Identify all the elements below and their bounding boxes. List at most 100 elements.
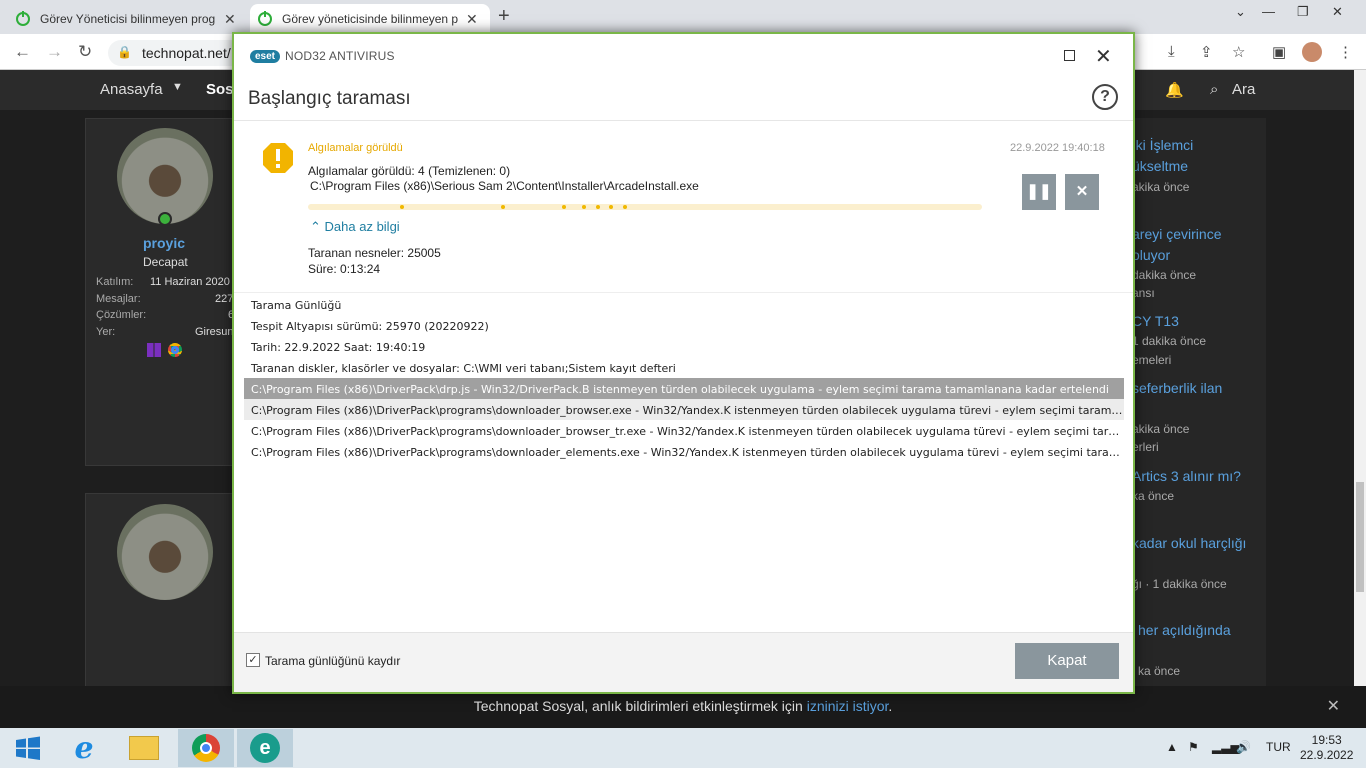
windows-start-icon xyxy=(16,736,40,760)
taskbar-explorer[interactable] xyxy=(116,729,172,767)
scan-progress-bar xyxy=(308,204,982,210)
caret-down-icon[interactable]: ▼ xyxy=(172,81,183,93)
log-row[interactable]: Tarama Günlüğü xyxy=(244,294,1124,315)
progress-dot xyxy=(595,205,600,209)
sidebar-thread-link[interactable]: oluyor xyxy=(1132,247,1170,263)
user-info-value: 227 xyxy=(215,293,234,305)
forward-icon[interactable]: → xyxy=(46,42,63,62)
log-row[interactable]: C:\Program Files (x86)\DriverPack\progra… xyxy=(244,441,1124,462)
tray-chevron-icon[interactable]: ▲ xyxy=(1166,740,1178,754)
sidebar-thread-link[interactable]: seferberlik ilan xyxy=(1132,380,1222,396)
close-icon[interactable]: ✕ xyxy=(1327,696,1340,716)
sidebar-thread-meta: emeleri xyxy=(1132,353,1172,367)
tab-title: Görev Yöneticisi bilinmeyen prog xyxy=(40,12,216,26)
log-row[interactable]: Tespit Altyapısı sürümü: 25970 (20220922… xyxy=(244,315,1124,336)
sidebar-thread-meta: akika önce xyxy=(1132,422,1190,436)
restore-icon[interactable]: ❐ xyxy=(1297,4,1309,20)
product-name: NOD32 ANTIVIRUS xyxy=(285,49,395,63)
log-row[interactable]: Taranan diskler, klasörler ve dosyalar: … xyxy=(244,357,1124,378)
eset-logo: eset xyxy=(250,49,281,63)
taskbar-eset[interactable]: e xyxy=(237,729,293,767)
new-tab-icon[interactable]: + xyxy=(498,5,510,28)
back-icon[interactable]: ← xyxy=(14,42,31,62)
sidebar-thread-link[interactable]: CY T13 xyxy=(1132,313,1179,329)
username-link[interactable]: proyic xyxy=(143,235,185,251)
scan-log-list[interactable]: Tarama Günlüğü Tespit Altyapısı sürümü: … xyxy=(244,294,1124,462)
less-info-toggle[interactable]: ⌃ Daha az bilgi xyxy=(310,219,400,235)
maximize-icon[interactable] xyxy=(1064,50,1075,61)
install-icon[interactable]: ⤓ xyxy=(1168,43,1175,60)
input-language[interactable]: TUR xyxy=(1266,740,1291,754)
notification-text: Technopat Sosyal, anlık bildirimleri etk… xyxy=(473,698,807,714)
save-log-label[interactable]: Tarama günlüğünü kaydır xyxy=(265,654,400,668)
windows-icon xyxy=(147,343,161,357)
search-icon[interactable]: ⌕ xyxy=(1210,81,1218,98)
browser-tab-2[interactable]: Görev yöneticisinde bilinmeyen p ✕ xyxy=(250,4,490,34)
progress-dot xyxy=(609,205,614,209)
sidebar-thread-link[interactable]: kadar okul harçlığı xyxy=(1132,535,1246,551)
log-row-selected[interactable]: C:\Program Files (x86)\DriverPack\drp.js… xyxy=(244,378,1124,399)
close-tab-icon[interactable]: ✕ xyxy=(224,11,236,28)
clock-time: 19:53 xyxy=(1311,733,1342,747)
sidebar-thread-link[interactable]: her açıldığında xyxy=(1138,622,1231,638)
profile-avatar[interactable] xyxy=(1302,42,1322,62)
avatar[interactable] xyxy=(117,128,213,224)
chevron-down-icon[interactable]: ⌄ xyxy=(1235,4,1246,20)
log-row[interactable]: C:\Program Files (x86)\DriverPack\progra… xyxy=(244,420,1124,441)
bookmark-star-icon[interactable]: ☆ xyxy=(1232,43,1245,61)
browser-menu-icon[interactable]: ⋮ xyxy=(1338,43,1353,61)
progress-dot xyxy=(501,205,506,209)
chrome-icon xyxy=(192,734,220,762)
browser-tab-1[interactable]: Görev Yöneticisi bilinmeyen prog ✕ xyxy=(8,4,248,34)
action-center-flag-icon[interactable]: ⚑ xyxy=(1188,740,1199,754)
sidebar-thread-link[interactable]: Artics 3 alınır mı? xyxy=(1132,468,1241,484)
volume-icon[interactable]: 🔊 xyxy=(1236,740,1251,754)
log-row[interactable]: C:\Program Files (x86)\DriverPack\progra… xyxy=(244,399,1124,420)
progress-dot xyxy=(400,205,405,209)
sidebar-thread-link[interactable]: ükseltme xyxy=(1132,158,1188,174)
clock[interactable]: 19:53 22.9.2022 xyxy=(1300,733,1353,763)
eset-icon: e xyxy=(250,733,280,763)
eset-brand: eset NOD32 ANTIVIRUS xyxy=(250,49,395,63)
scrollbar-thumb[interactable] xyxy=(1356,482,1364,592)
help-icon[interactable]: ? xyxy=(1092,84,1118,110)
close-icon[interactable]: ✕ xyxy=(1095,44,1112,69)
log-row[interactable]: Tarih: 22.9.2022 Saat: 19:40:19 xyxy=(244,336,1124,357)
reload-icon[interactable]: ↻ xyxy=(78,42,92,62)
close-tab-icon[interactable]: ✕ xyxy=(466,11,478,28)
taskbar-ie[interactable]: e xyxy=(56,729,112,767)
close-window-icon[interactable]: ✕ xyxy=(1332,4,1343,20)
page-scrollbar[interactable] xyxy=(1354,70,1366,728)
clock-date: 22.9.2022 xyxy=(1300,748,1354,762)
sidebar-thread-link[interactable]: areyi çevirince xyxy=(1132,226,1221,242)
progress-dot xyxy=(582,205,587,209)
bell-icon[interactable]: 🔔 xyxy=(1165,81,1184,99)
online-status-icon xyxy=(158,212,172,226)
user-info-value: 11 Haziran 2020 xyxy=(150,276,230,288)
avatar[interactable] xyxy=(117,504,213,600)
sidebar-thread-meta: ka önce xyxy=(1132,489,1175,503)
taskbar-chrome[interactable] xyxy=(178,729,234,767)
current-file: C:\Program Files (x86)\Serious Sam 2\Con… xyxy=(310,179,699,193)
url-text: technopat.net/ xyxy=(142,45,231,61)
nav-social-link[interactable]: Sos xyxy=(206,81,234,98)
close-button[interactable]: Kapat xyxy=(1015,643,1119,679)
lock-icon: 🔒 xyxy=(117,45,132,59)
side-panel-icon[interactable]: ▣ xyxy=(1272,43,1286,61)
start-button[interactable] xyxy=(0,729,56,767)
divider xyxy=(234,292,1133,293)
permission-link[interactable]: izninizi istiyor xyxy=(807,698,889,714)
stop-button[interactable]: ✕ xyxy=(1065,174,1099,210)
save-log-checkbox[interactable]: ✓ xyxy=(246,653,260,667)
share-icon[interactable]: ⇪ xyxy=(1200,43,1213,61)
stop-x-icon: ✕ xyxy=(1075,183,1089,200)
nav-home-link[interactable]: Anasayfa xyxy=(100,81,163,98)
sidebar-thread-meta: ğı · 1 dakika önce xyxy=(1132,577,1227,591)
sidebar-thread-meta: ka önce xyxy=(1138,664,1181,678)
detections-summary: Algılamalar görüldü: 4 (Temizlenen: 0) xyxy=(308,164,511,178)
pause-button[interactable]: ❚❚ xyxy=(1022,174,1056,210)
internet-explorer-icon: e xyxy=(74,730,94,766)
minimize-icon[interactable]: — xyxy=(1262,4,1275,19)
search-link[interactable]: Ara xyxy=(1232,81,1255,98)
sidebar-thread-meta: ansı xyxy=(1132,286,1155,300)
